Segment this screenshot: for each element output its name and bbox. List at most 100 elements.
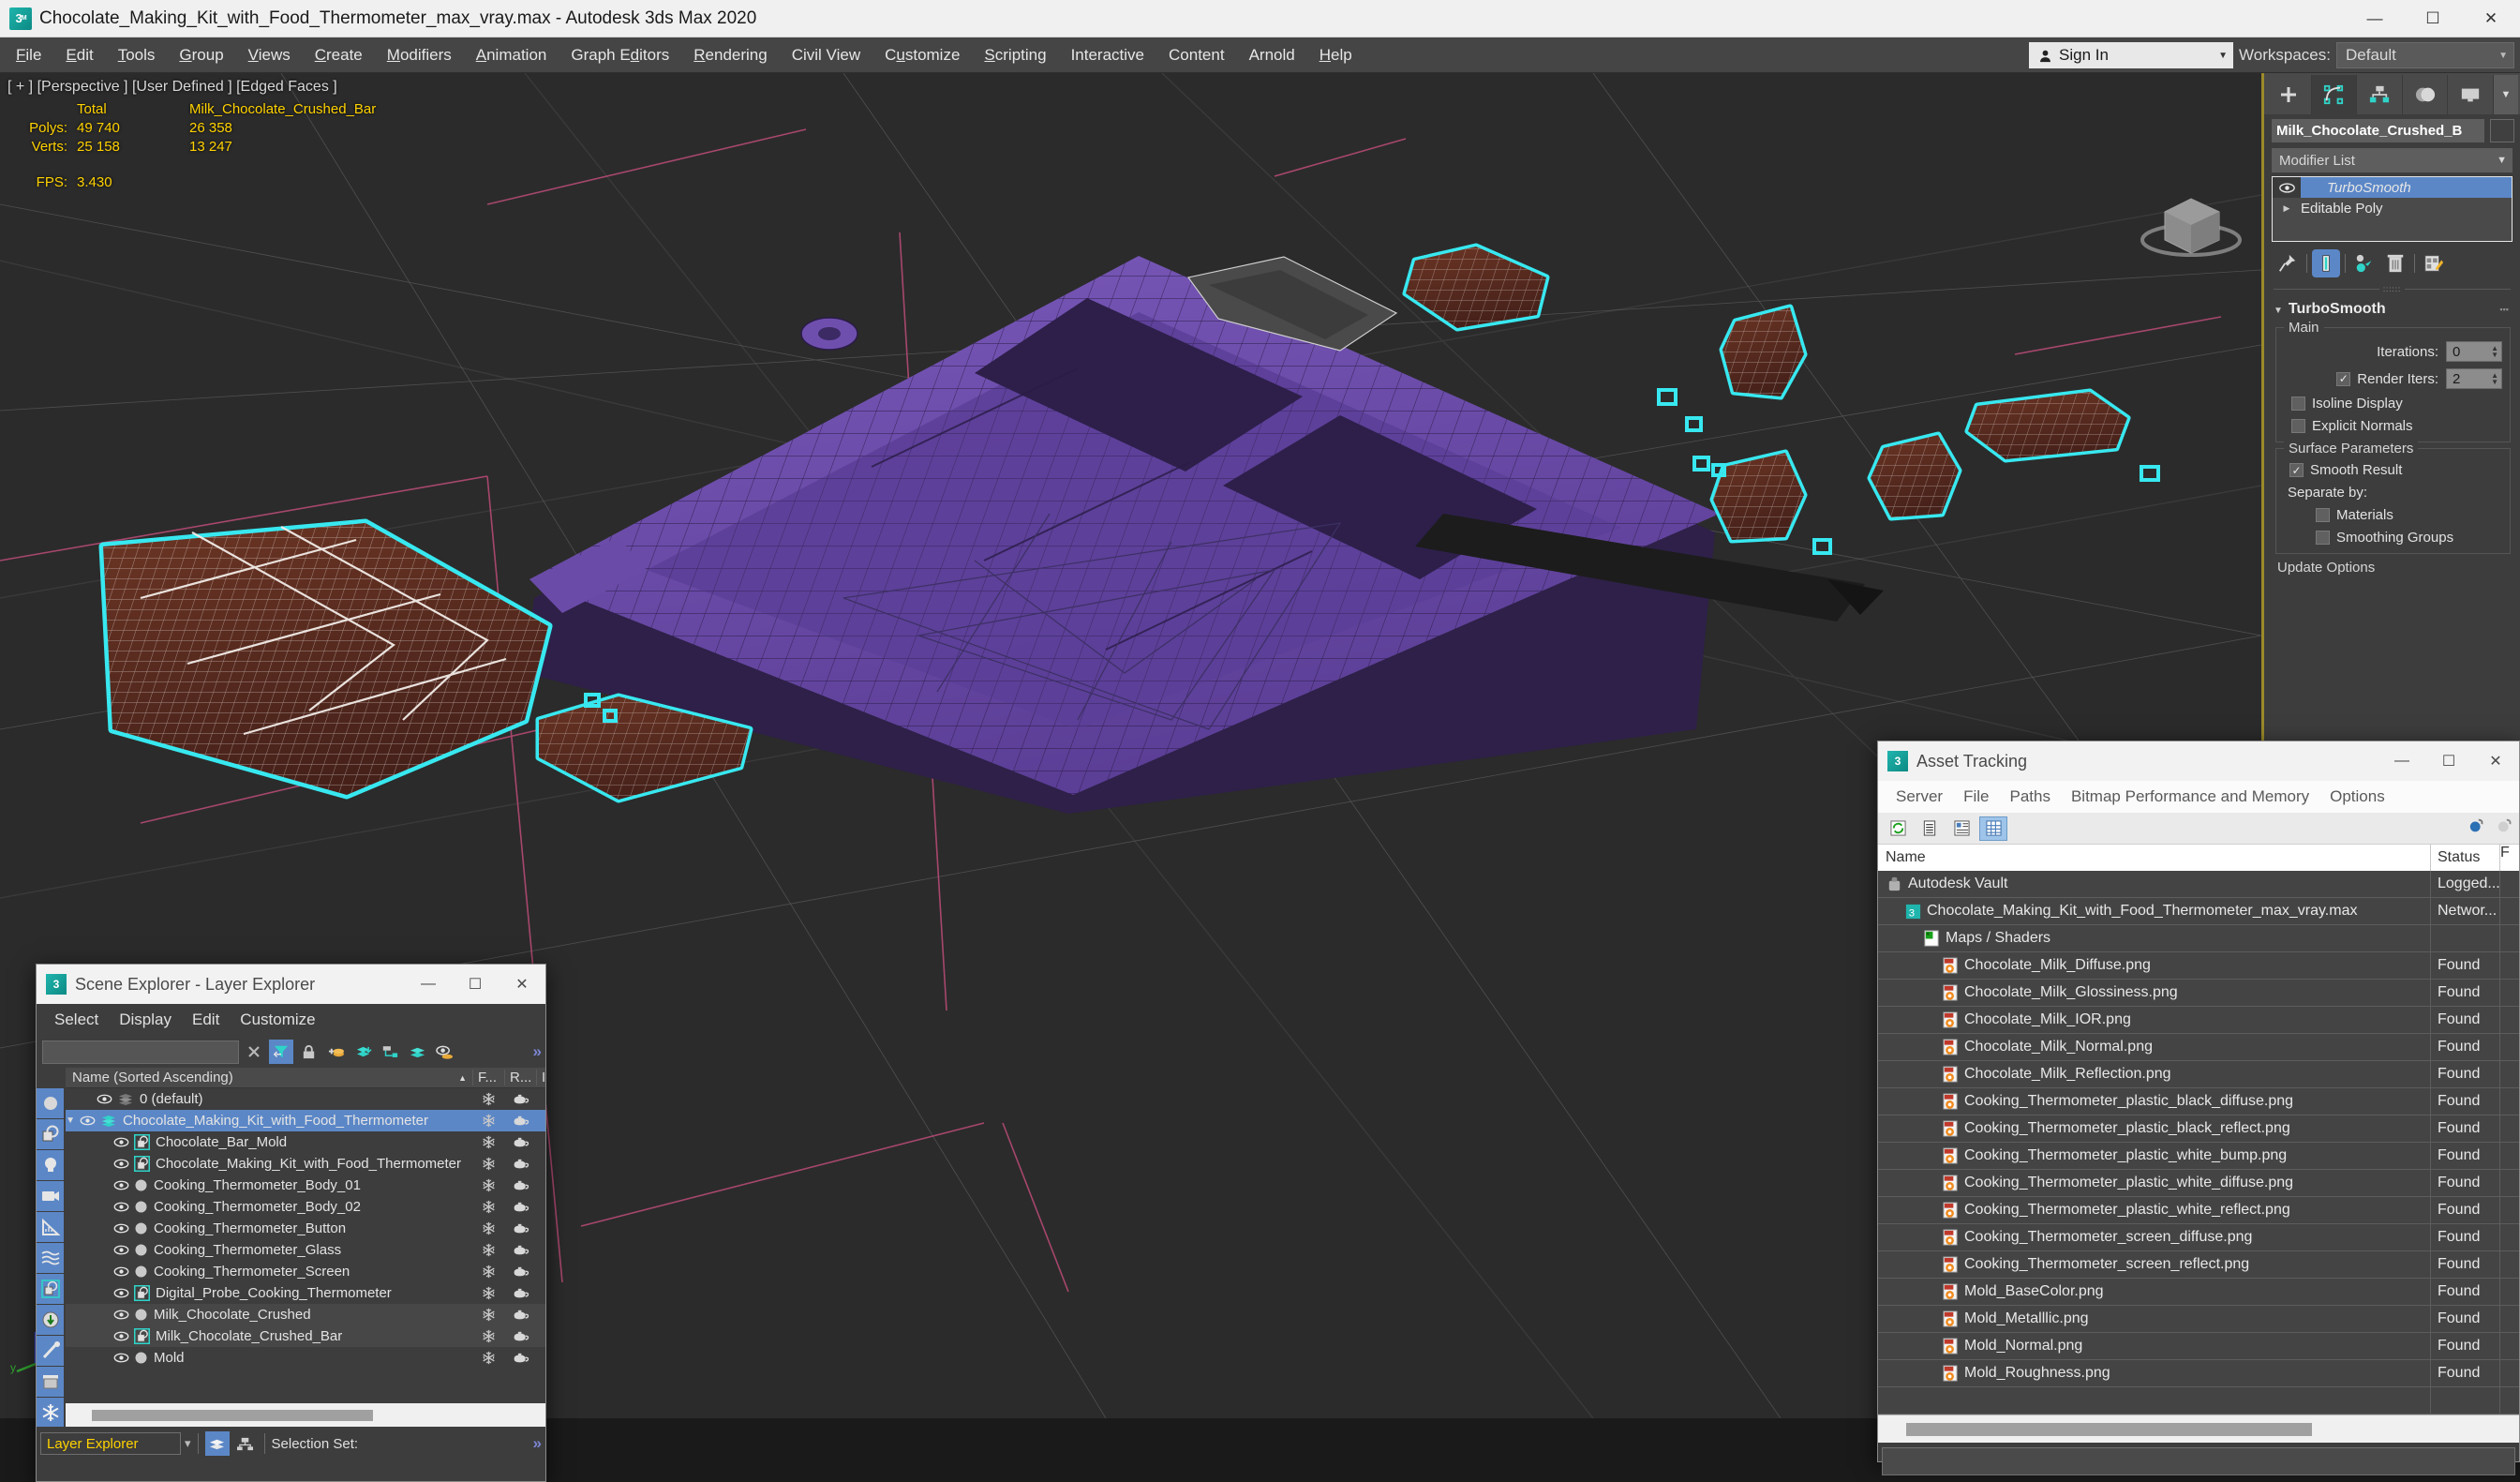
eye-icon[interactable]: [2273, 177, 2301, 198]
asset-row[interactable]: Mold_Normal.pngFound: [1878, 1333, 2519, 1360]
scroll-thumb[interactable]: [1906, 1423, 2312, 1436]
menu-item-group[interactable]: Group: [167, 37, 235, 73]
render-iters-checkbox[interactable]: ✓: [2336, 372, 2350, 386]
chevron-down-icon[interactable]: ▾: [185, 1436, 191, 1451]
menu-item-views[interactable]: Views: [236, 37, 303, 73]
eye-icon[interactable]: [113, 1137, 129, 1147]
toolbar-overflow-icon[interactable]: »: [533, 1042, 542, 1061]
column-header-name[interactable]: Name (Sorted Ascending): [66, 1070, 458, 1085]
close-button[interactable]: ✕: [2472, 741, 2519, 781]
layer-explorer-icon[interactable]: [205, 1431, 230, 1456]
menu-item-animation[interactable]: Animation: [464, 37, 559, 73]
close-button[interactable]: ✕: [2462, 0, 2520, 37]
menu-item-graph-editors[interactable]: Graph Editors: [559, 37, 681, 73]
hierarchy-tab[interactable]: [2357, 75, 2403, 114]
scene-explorer-row[interactable]: Mold: [66, 1347, 545, 1369]
scroll-thumb[interactable]: [92, 1410, 373, 1421]
object-selected-icon[interactable]: [134, 1134, 150, 1150]
asset-row[interactable]: Maps / Shaders: [1878, 925, 2519, 952]
render-toggle[interactable]: [504, 1244, 536, 1257]
maximize-button[interactable]: ☐: [452, 965, 499, 1004]
explicit-normals-checkbox[interactable]: [2291, 419, 2305, 433]
freeze-toggle[interactable]: [472, 1157, 504, 1171]
explorer-mode-combo[interactable]: Layer Explorer: [40, 1432, 181, 1455]
asset-row[interactable]: Autodesk VaultLogged...: [1878, 871, 2519, 898]
menu-item-modifiers[interactable]: Modifiers: [375, 37, 464, 73]
layer-down-icon[interactable]: [350, 1040, 375, 1064]
menu-item-create[interactable]: Create: [303, 37, 375, 73]
hide-layer-icon[interactable]: [432, 1040, 456, 1064]
object-icon[interactable]: [134, 1221, 148, 1235]
asset-row[interactable]: Cooking_Thermometer_screen_diffuse.pngFo…: [1878, 1224, 2519, 1251]
render-toggle[interactable]: [504, 1309, 536, 1322]
column-header-render[interactable]: R...: [504, 1070, 536, 1085]
eye-icon[interactable]: [80, 1115, 96, 1126]
scene-explorer-list[interactable]: 0 (default)▼Chocolate_Making_Kit_with_Fo…: [66, 1088, 545, 1403]
scene-explorer-row[interactable]: Cooking_Thermometer_Body_02: [66, 1196, 545, 1218]
asset-row[interactable]: Chocolate_Milk_Reflection.pngFound: [1878, 1061, 2519, 1088]
layer-icon[interactable]: [117, 1092, 134, 1107]
clear-search-icon[interactable]: [242, 1040, 266, 1064]
freeze-toggle[interactable]: [472, 1329, 504, 1343]
scene-explorer-row[interactable]: 0 (default): [66, 1088, 545, 1110]
object-icon[interactable]: [134, 1351, 148, 1365]
menu-item-arnold[interactable]: Arnold: [1237, 37, 1307, 73]
at-menu-server[interactable]: Server: [1886, 781, 1953, 813]
freeze-toggle[interactable]: [472, 1200, 504, 1214]
object-selected-icon[interactable]: [134, 1285, 150, 1301]
render-toggle[interactable]: [504, 1352, 536, 1365]
configure-modifier-sets-icon[interactable]: [2420, 249, 2448, 277]
column-header-name[interactable]: Name: [1878, 845, 2431, 871]
scene-explorer-row[interactable]: Cooking_Thermometer_Screen: [66, 1261, 545, 1282]
nested-layer-icon[interactable]: [378, 1040, 402, 1064]
display-tab[interactable]: [2448, 75, 2494, 114]
column-header-extra[interactable]: I: [536, 1070, 545, 1085]
remove-modifier-icon[interactable]: [2381, 249, 2409, 277]
filter-icon[interactable]: [269, 1040, 293, 1064]
workspace-select[interactable]: Default ▼: [2336, 42, 2514, 68]
sign-in-button[interactable]: Sign In ▼: [2029, 42, 2233, 68]
scene-explorer-row[interactable]: Digital_Probe_Cooking_Thermometer: [66, 1282, 545, 1304]
scene-explorer-row[interactable]: Cooking_Thermometer_Button: [66, 1218, 545, 1239]
scene-explorer-row[interactable]: Cooking_Thermometer_Body_01: [66, 1175, 545, 1196]
object-icon[interactable]: [134, 1265, 148, 1279]
eye-icon[interactable]: [113, 1288, 129, 1298]
asset-row[interactable]: Chocolate_Milk_Normal.pngFound: [1878, 1034, 2519, 1061]
make-unique-icon[interactable]: [2350, 249, 2378, 277]
column-header-f[interactable]: F: [2500, 845, 2519, 871]
render-toggle[interactable]: [504, 1330, 536, 1343]
freeze-toggle[interactable]: [472, 1178, 504, 1192]
scene-explorer-hscrollbar[interactable]: [66, 1403, 545, 1427]
render-iters-spinner[interactable]: 2 ▲▼: [2446, 368, 2502, 389]
lights-filter-icon[interactable]: [37, 1150, 64, 1180]
at-menu-file[interactable]: File: [1953, 781, 1999, 813]
menu-item-scripting[interactable]: Scripting: [972, 37, 1058, 73]
isoline-checkbox[interactable]: [2291, 397, 2305, 411]
render-toggle[interactable]: [504, 1093, 536, 1106]
freeze-toggle[interactable]: [472, 1092, 504, 1106]
menu-item-content[interactable]: Content: [1156, 37, 1237, 73]
pin-stack-icon[interactable]: [2274, 249, 2302, 277]
asset-row[interactable]: Chocolate_Milk_Diffuse.pngFound: [1878, 952, 2519, 980]
asset-row[interactable]: Cooking_Thermometer_plastic_black_diffus…: [1878, 1088, 2519, 1115]
at-menu-bitmap-performance-and-memory[interactable]: Bitmap Performance and Memory: [2061, 781, 2319, 813]
render-toggle[interactable]: [504, 1179, 536, 1192]
scene-explorer-row[interactable]: ▼Chocolate_Making_Kit_with_Food_Thermome…: [66, 1110, 545, 1131]
minimize-button[interactable]: —: [2346, 0, 2404, 37]
eye-icon[interactable]: [113, 1353, 129, 1363]
containers-filter-icon[interactable]: [37, 1367, 64, 1397]
expand-arrow-icon[interactable]: ▶: [2273, 203, 2301, 214]
freeze-toggle[interactable]: [472, 1308, 504, 1322]
asset-row[interactable]: Mold_Roughness.pngFound: [1878, 1360, 2519, 1387]
object-icon[interactable]: [134, 1243, 148, 1257]
asset-row[interactable]: [1878, 1387, 2519, 1415]
eye-icon[interactable]: [113, 1310, 129, 1320]
eye-icon[interactable]: [97, 1094, 112, 1104]
scene-explorer-row[interactable]: Chocolate_Bar_Mold: [66, 1131, 545, 1153]
eye-icon[interactable]: [113, 1159, 129, 1169]
eye-icon[interactable]: [113, 1331, 129, 1341]
menu-item-customize[interactable]: Customize: [872, 37, 972, 73]
asset-tracking-list[interactable]: Autodesk VaultLogged...3Chocolate_Making…: [1878, 871, 2519, 1415]
object-icon[interactable]: [134, 1308, 148, 1322]
asset-row[interactable]: Chocolate_Milk_Glossiness.pngFound: [1878, 980, 2519, 1007]
